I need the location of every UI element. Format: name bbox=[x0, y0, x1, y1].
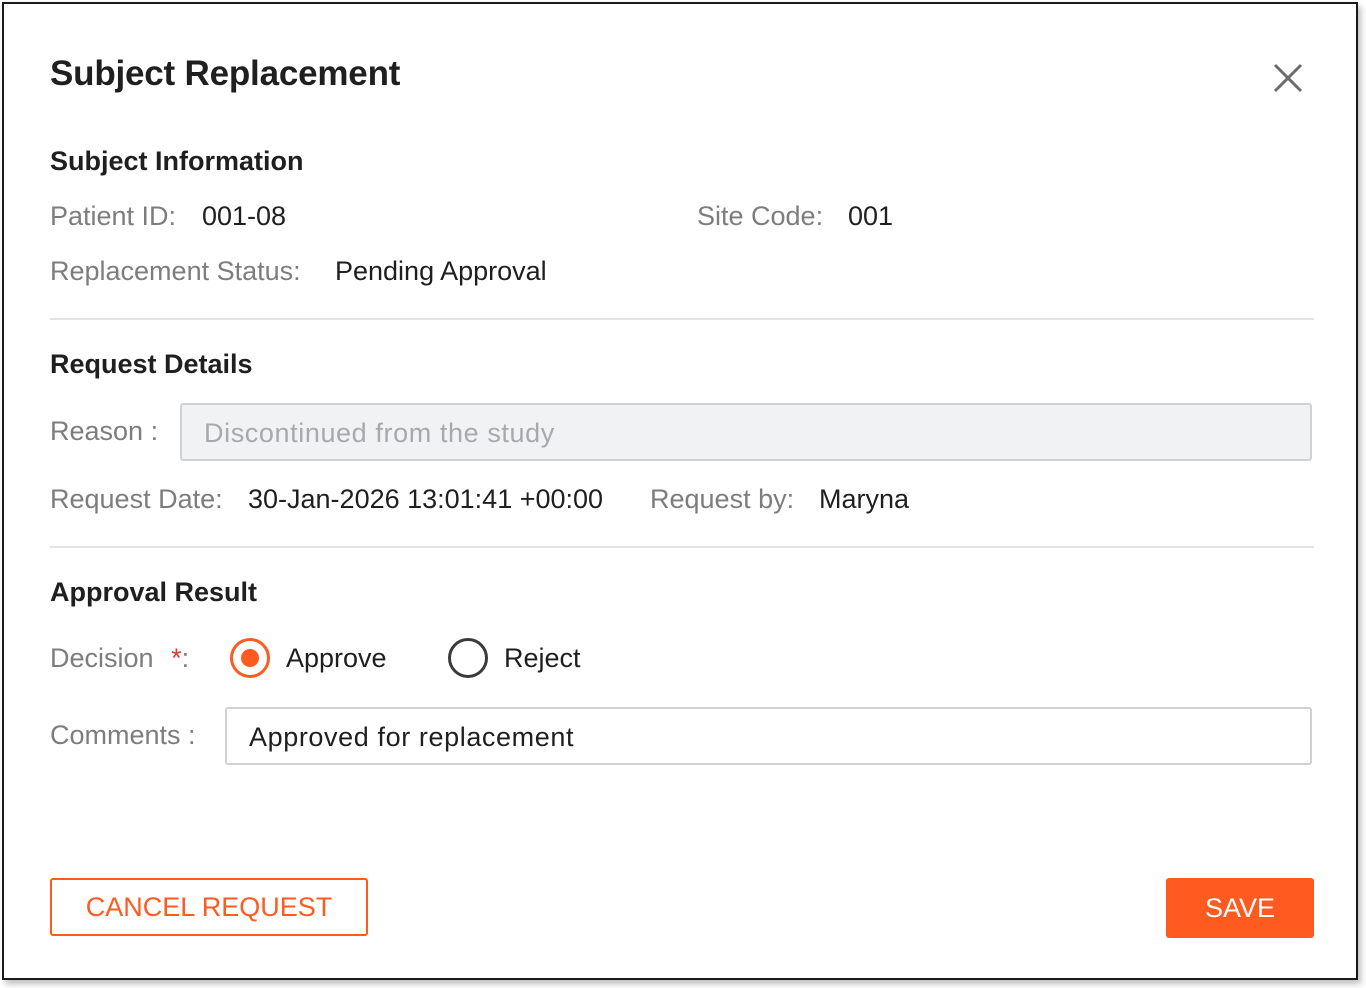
request-date-value: 30-Jan-2026 13:01:41 +00:00 bbox=[248, 484, 604, 514]
comments-input[interactable]: Approved for replacement bbox=[225, 707, 1312, 765]
section-divider bbox=[50, 318, 1314, 320]
request-by-label: Request by: bbox=[650, 484, 795, 514]
replacement-status-value: Pending Approval bbox=[335, 256, 547, 286]
section-divider bbox=[50, 546, 1314, 548]
patient-id-label: Patient ID: bbox=[50, 201, 177, 231]
close-button[interactable] bbox=[1270, 60, 1306, 96]
comments-label: Comments : bbox=[50, 720, 196, 750]
subject-replacement-dialog: Subject Replacement Subject Information … bbox=[2, 2, 1358, 980]
site-code-label: Site Code: bbox=[697, 201, 824, 231]
required-asterisk: * bbox=[171, 643, 182, 673]
dialog-title: Subject Replacement bbox=[50, 54, 401, 93]
decision-label: Decision *: bbox=[50, 643, 189, 674]
decision-colon: : bbox=[181, 643, 190, 673]
replacement-status-label: Replacement Status: bbox=[50, 256, 301, 286]
decision-label-text: Decision bbox=[50, 643, 154, 673]
request-date-label: Request Date: bbox=[50, 484, 223, 514]
reason-field: Discontinued from the study bbox=[180, 403, 1312, 461]
reject-option-label[interactable]: Reject bbox=[504, 643, 581, 674]
comments-value: Approved for replacement bbox=[249, 722, 575, 752]
close-icon bbox=[1273, 63, 1303, 93]
reason-label: Reason : bbox=[50, 416, 159, 446]
approve-option-label[interactable]: Approve bbox=[286, 643, 387, 674]
patient-id-value: 001-08 bbox=[202, 201, 287, 231]
cancel-request-button[interactable]: CANCEL REQUEST bbox=[50, 878, 368, 936]
request-details-heading: Request Details bbox=[50, 349, 253, 379]
reason-value: Discontinued from the study bbox=[204, 418, 555, 448]
request-by-value: Maryna bbox=[819, 484, 910, 514]
save-button[interactable]: SAVE bbox=[1166, 878, 1314, 938]
approve-radio[interactable] bbox=[230, 638, 270, 678]
site-code-value: 001 bbox=[848, 201, 894, 231]
subject-information-heading: Subject Information bbox=[50, 146, 304, 176]
reject-radio[interactable] bbox=[448, 638, 488, 678]
approval-result-heading: Approval Result bbox=[50, 577, 258, 607]
